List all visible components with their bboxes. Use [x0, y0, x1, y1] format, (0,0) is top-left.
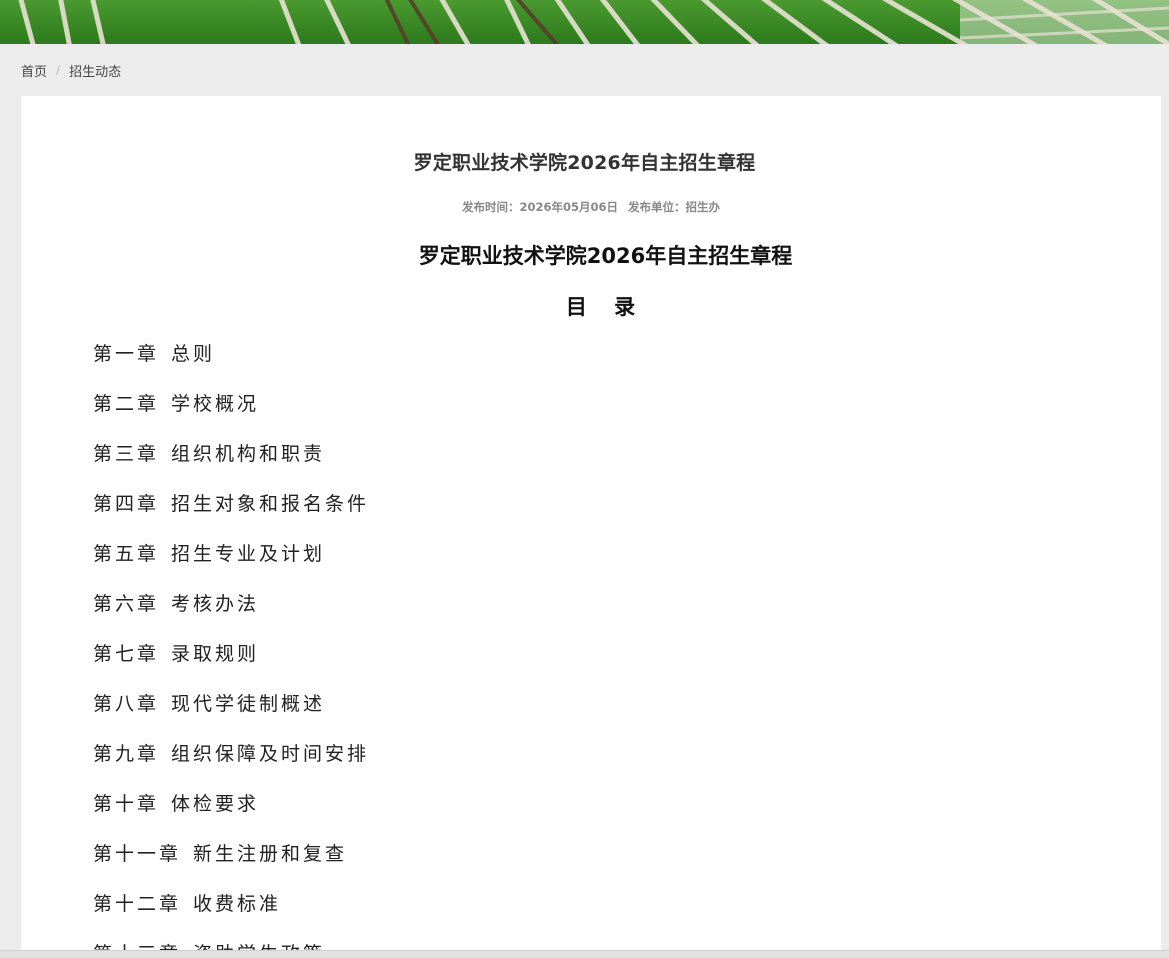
toc-chapter-name: 组织保障及时间安排: [171, 743, 370, 765]
toc-chapter: 第五章: [93, 543, 160, 565]
toc-chapter-name: 体检要求: [171, 793, 260, 815]
publish-time: 发布时间：2026年05月06日: [461, 200, 618, 214]
toc-chapter: 第二章: [93, 393, 160, 415]
article-meta: 发布时间：2026年05月06日 发布单位：招生办: [0, 199, 1169, 215]
toc-item: 第九章 组织保障及时间安排: [93, 740, 369, 790]
toc-chapter-name: 现代学徒制概述: [171, 693, 326, 715]
toc-item: 第七章 录取规则: [93, 640, 369, 690]
toc-chapter-name: 招生专业及计划: [171, 543, 326, 565]
toc-item: 第二章 学校概况: [93, 390, 369, 440]
toc-chapter-name: 学校概况: [171, 393, 260, 415]
toc-chapter: 第三章: [93, 443, 160, 465]
document-title: 罗定职业技术学院2026年自主招生章程: [418, 244, 793, 268]
toc-item: 第六章 考核办法: [93, 590, 369, 640]
horizontal-scrollbar[interactable]: [0, 950, 1169, 958]
toc-chapter: 第四章: [93, 493, 160, 515]
toc-chapter-name: 招生对象和报名条件: [171, 493, 370, 515]
toc-chapter-name: 录取规则: [171, 643, 260, 665]
toc-chapter-name: 考核办法: [171, 593, 260, 615]
toc-item: 第四章 招生对象和报名条件: [93, 490, 369, 540]
breadcrumb-home-link[interactable]: 首页: [21, 61, 47, 80]
sports-net-banner-image: [0, 0, 1169, 44]
toc-item: 第十二章 收费标准: [93, 890, 369, 940]
toc-chapter: 第八章: [93, 693, 160, 715]
breadcrumb-separator: /: [56, 63, 61, 77]
toc-chapter: 第一章: [93, 343, 160, 365]
toc-chapter: 第十二章: [93, 893, 182, 915]
toc-chapter-name: 收费标准: [193, 893, 282, 915]
toc-item: 第八章 现代学徒制概述: [93, 690, 369, 740]
toc-chapter: 第九章: [93, 743, 160, 765]
toc-chapter-name: 总则: [171, 343, 216, 365]
toc-chapter: 第七章: [93, 643, 160, 665]
toc-chapter: 第十一章: [93, 843, 182, 865]
toc-chapter: 第六章: [93, 593, 160, 615]
toc-item: 第十章 体检要求: [93, 790, 369, 840]
toc-chapter-name: 组织机构和职责: [171, 443, 326, 465]
toc-chapter-name: 新生注册和复查: [193, 843, 348, 865]
toc-item: 第三章 组织机构和职责: [93, 440, 369, 490]
table-of-contents: 第一章 总则 第二章 学校概况 第三章 组织机构和职责 第四章 招生对象和报名条件 第五…: [93, 340, 369, 958]
toc-item: 第一章 总则: [93, 340, 369, 390]
breadcrumb: 首页 / 招生动态: [21, 60, 121, 80]
toc-item: 第五章 招生专业及计划: [93, 540, 369, 590]
toc-heading: 目 录: [565, 295, 646, 319]
publish-unit: 发布单位：招生办: [628, 200, 720, 214]
breadcrumb-current-link[interactable]: 招生动态: [69, 61, 121, 80]
article-title: 罗定职业技术学院2026年自主招生章程: [413, 152, 756, 174]
header-banner: [0, 0, 1169, 44]
toc-item: 第十一章 新生注册和复查: [93, 840, 369, 890]
toc-chapter: 第十章: [93, 793, 160, 815]
